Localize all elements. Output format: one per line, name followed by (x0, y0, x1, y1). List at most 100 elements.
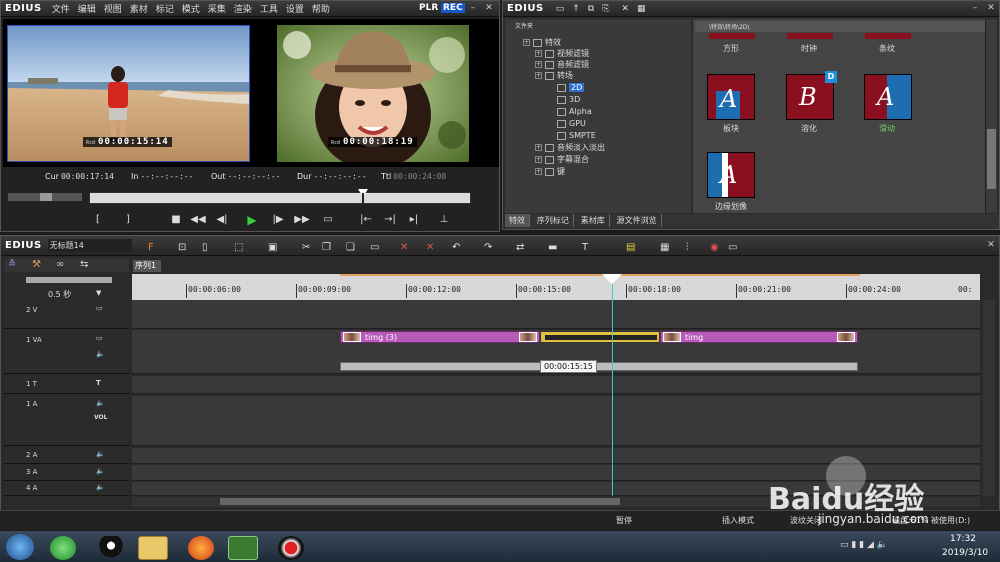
tree-item[interactable]: GPU (547, 118, 586, 129)
record-voiceover-icon[interactable]: ◉ (710, 242, 719, 253)
fx-tile-dissolve[interactable]: B D (786, 71, 837, 120)
clock-time[interactable]: 17:32 (950, 534, 976, 544)
track-lane-1t[interactable] (132, 376, 980, 394)
shuttle-slider[interactable] (7, 192, 83, 202)
track-head-1a[interactable]: 1 A 🔈 VOL (4, 396, 129, 446)
title-icon[interactable]: T (582, 242, 588, 253)
stop-icon[interactable]: ■ (167, 213, 185, 227)
menu-marker[interactable]: 标记 (152, 2, 178, 15)
position-slider[interactable] (89, 189, 471, 204)
menu-help[interactable]: 帮助 (308, 2, 334, 15)
close-icon[interactable]: ✕ (483, 3, 495, 14)
track-lane-2v[interactable] (132, 300, 980, 329)
track-tool-3-icon[interactable]: ∞ (56, 259, 64, 270)
output-icon[interactable]: ▭ (319, 213, 337, 227)
audio-mixer-icon[interactable]: ⫶ (686, 242, 689, 253)
zoom-slider[interactable] (26, 277, 112, 283)
expand-toggle-icon[interactable]: + (523, 39, 530, 46)
taskbar-browser-icon[interactable] (50, 536, 76, 560)
effects-scrollbar[interactable] (985, 19, 997, 213)
split-icon[interactable]: ▸| (405, 213, 423, 227)
start-button[interactable] (6, 534, 34, 560)
menu-view[interactable]: 视图 (100, 2, 126, 15)
tab-source-browser[interactable]: 源文件浏览 (613, 214, 662, 227)
tree-item[interactable]: + 键 (535, 166, 565, 177)
expand-toggle-icon[interactable]: + (535, 61, 542, 68)
tree-item[interactable]: + 视频滤镜 (535, 48, 589, 59)
tab-sequence-markers[interactable]: 序列标记 (533, 214, 574, 227)
fx-tile-board[interactable]: A (707, 74, 755, 120)
save-project-icon[interactable]: ▣ (268, 242, 277, 253)
step-back-icon[interactable]: ◀| (213, 213, 231, 227)
tree-item[interactable]: + 特效 (523, 37, 561, 48)
tab-effects[interactable]: 特效 (505, 214, 530, 227)
tree-item[interactable]: + 音频淡入淡出 (535, 142, 605, 153)
taskbar-firefox-icon[interactable] (188, 536, 214, 560)
menu-settings[interactable]: 设置 (282, 2, 308, 15)
link-icon[interactable]: ▬ (548, 242, 557, 253)
effects-minimize-icon[interactable]: – (969, 3, 981, 14)
cut-icon[interactable]: ✂ (302, 242, 310, 253)
match-frame-icon[interactable]: ⊥ (435, 213, 453, 227)
paste-icon[interactable]: ❏ (346, 242, 355, 253)
sync-icon[interactable]: ⇄ (516, 242, 524, 253)
layout-icon[interactable]: ⧉ (588, 4, 594, 14)
taskbar-explorer-icon[interactable] (138, 536, 168, 560)
ripple-delete-icon[interactable]: ✕ (426, 242, 434, 253)
tree-item[interactable]: + 字幕混合 (535, 154, 589, 165)
undo-icon[interactable]: ↶ (452, 242, 460, 253)
sequence-tab[interactable]: 序列1 (133, 260, 161, 272)
mark-out-icon[interactable]: ] (119, 213, 137, 227)
menu-edit[interactable]: 编辑 (74, 2, 100, 15)
shuttle-handle[interactable] (40, 193, 52, 201)
insert-icon[interactable]: |← (357, 213, 375, 227)
track-head-1va[interactable]: 1 VA ▭ 🔈 (4, 330, 129, 374)
tree-item[interactable]: 2D (547, 82, 585, 93)
track-head-3a[interactable]: 3 A 🔈 (4, 465, 129, 481)
track-head-2v[interactable]: 2 V ▭ (4, 300, 129, 329)
open-icon[interactable]: ⬚ (234, 242, 243, 253)
tab-bin[interactable]: 素材库 (577, 214, 610, 227)
tree-item[interactable]: 3D (547, 94, 580, 105)
grid-view-icon[interactable]: ▦ (637, 4, 646, 14)
expand-toggle-icon[interactable]: + (535, 50, 542, 57)
fx-tile-edge-wipe[interactable]: A (707, 152, 755, 198)
play-icon[interactable]: ▶ (243, 213, 261, 227)
menu-mode[interactable]: 模式 (178, 2, 204, 15)
track-lane-1a[interactable] (132, 396, 980, 446)
up-icon[interactable]: ↑ (572, 4, 580, 14)
delete-clip-icon[interactable]: ✕ (400, 242, 408, 253)
playhead-marker[interactable] (602, 274, 622, 284)
fast-forward-icon[interactable]: ▶▶ (293, 213, 311, 227)
capture-icon[interactable]: ⊡ (178, 242, 186, 253)
menu-capture[interactable]: 采集 (204, 2, 230, 15)
track-tool-1-icon[interactable]: ≙ (8, 259, 16, 270)
delete-icon[interactable]: ✕ (621, 4, 629, 14)
timeline-vscroll[interactable] (983, 300, 995, 496)
menu-render[interactable]: 渲染 (230, 2, 256, 15)
redo-icon[interactable]: ↷ (484, 242, 492, 253)
fx-tile-slide[interactable]: A (864, 74, 912, 120)
track-head-2a[interactable]: 2 A 🔈 (4, 448, 129, 464)
effects-close-icon[interactable]: ✕ (985, 3, 997, 14)
clock-date[interactable]: 2019/3/10 (942, 548, 988, 558)
track-head-4a[interactable]: 4 A 🔈 (4, 482, 129, 496)
tree-item[interactable]: + 转场 (535, 70, 573, 81)
taskbar-qq-icon[interactable] (98, 536, 124, 560)
track-tool-4-icon[interactable]: ⇆ (80, 259, 88, 270)
zoom-dropdown-icon[interactable]: ▼ (96, 289, 101, 297)
track-tool-2-icon[interactable]: ⚒ (32, 259, 41, 270)
menu-clip[interactable]: 素材 (126, 2, 152, 15)
zoom-label[interactable]: 0.5 秒 (48, 289, 71, 300)
mixer-icon[interactable]: ▦ (660, 242, 669, 253)
taskbar-edius-icon[interactable] (228, 536, 258, 560)
tree-item[interactable]: + 音频滤镜 (535, 59, 589, 70)
mode-icon[interactable]: F (148, 242, 154, 253)
timeline-close-icon[interactable]: ✕ (985, 240, 997, 251)
expand-toggle-icon[interactable]: + (535, 144, 542, 151)
window-layout-icon[interactable]: ▭ (728, 242, 737, 253)
tree-item[interactable]: SMPTE (547, 130, 596, 141)
expand-toggle-icon[interactable]: + (535, 72, 542, 79)
menu-tools[interactable]: 工具 (256, 2, 282, 15)
plr-toggle[interactable]: PLR (419, 3, 438, 13)
